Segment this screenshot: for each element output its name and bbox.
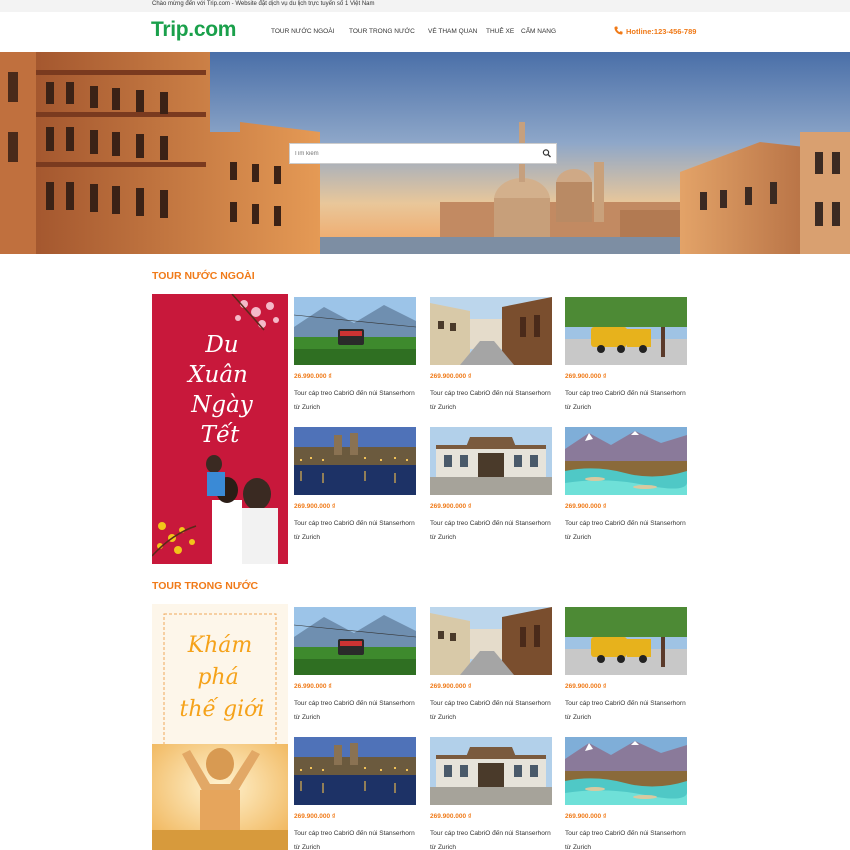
tour-price: 26.990.000 ₫ [294,373,332,380]
tour-name-link[interactable]: Tour cáp treo CabriO đến núi Stanserhorn… [565,387,687,415]
tour-name-link[interactable]: Tour cáp treo CabriO đến núi Stanserhorn… [430,517,552,545]
tour-card[interactable]: 269.900.000 ₫ Tour cáp treo CabriO đến nú… [565,737,687,850]
promo-text-line-1: Khám [187,633,253,658]
tourist-train-image [565,607,687,675]
mountain-cable-car-image [294,607,416,675]
tour-card[interactable]: 269.900.000 ₫ Tour cáp treo CabriO đến nú… [430,607,552,721]
section-title-tour-trong-nuoc: TOUR TRONG NƯỚC [152,580,259,592]
turquoise-pools-image [565,427,687,495]
tour-name-link[interactable]: Tour cáp treo CabriO đến núi Stanserhorn… [430,697,552,725]
nav-item-ve-tham-quan[interactable]: VÉ THAM QUAN [428,28,477,35]
search-input[interactable] [290,144,536,163]
tour-price: 269.900.000 ₫ [565,373,607,380]
promo-text-line-1: Du [204,332,238,358]
tour-price: 269.900.000 ₫ [430,683,472,690]
welcome-text: Chào mừng đến với Trip.com - Website đặt… [152,1,375,7]
tour-name-link[interactable]: Tour cáp treo CabriO đến núi Stanserhorn… [565,697,687,725]
promo-text-line-2: Xuân [186,362,248,388]
night-lake-city-image [294,427,416,495]
tour-card[interactable]: 269.900.000 ₫ Tour cáp treo CabriO đến nú… [565,427,687,541]
mountain-cable-car-image [294,297,416,365]
tour-card[interactable]: 269.900.000 ₫ Tour cáp treo CabriO đến nú… [430,737,552,850]
hero-banner [0,52,850,254]
promo-banner-du-xuan[interactable]: Du Xuân Ngày Tết [152,294,288,564]
nav-item-cam-nang[interactable]: CẨM NANG [521,28,556,35]
topbar: Chào mừng đến với Trip.com - Website đặt… [0,0,850,12]
phone-icon [614,26,623,35]
promo-banner-kham-pha[interactable]: Khám phá thế giới [152,604,288,850]
tour-name-link[interactable]: Tour cáp treo CabriO đến núi Stanserhorn… [294,697,416,725]
promo-text-line-4: Tết [201,422,240,448]
logo[interactable]: Trip.com [151,18,236,42]
museum-building-image [430,427,552,495]
tour-name-link[interactable]: Tour cáp treo CabriO đến núi Stanserhorn… [565,827,687,850]
tour-card[interactable]: 269.900.000 ₫ Tour cáp treo CabriO đến nú… [294,737,416,850]
museum-building-image [430,737,552,805]
tour-card[interactable]: 269.900.000 ₫ Tour cáp treo CabriO đến nú… [565,607,687,721]
search-box [289,143,557,164]
tour-price: 269.900.000 ₫ [565,813,607,820]
promo-text-line-2: phá [197,665,238,690]
section-title-tour-nuoc-ngoai: TOUR NƯỚC NGOÀI [152,270,255,282]
tour-name-link[interactable]: Tour cáp treo CabriO đến núi Stanserhorn… [294,517,416,545]
tour-card[interactable]: 269.900.000 ₫ Tour cáp treo CabriO đến nú… [294,427,416,541]
hotline-text: Hotline:123-456-789 [626,27,697,36]
tour-price: 269.900.000 ₫ [430,813,472,820]
tour-name-link[interactable]: Tour cáp treo CabriO đến núi Stanserhorn… [430,827,552,850]
nav-item-tour-trong-nuoc[interactable]: TOUR TRONG NƯỚC [349,28,415,35]
tourist-train-image [565,297,687,365]
tour-price: 269.900.000 ₫ [294,813,336,820]
header: Trip.com TOUR NƯỚC NGOÀI TOUR TRONG NƯỚC… [0,12,850,52]
tour-price: 269.900.000 ₫ [565,503,607,510]
turquoise-pools-image [565,737,687,805]
promo-kham-pha-image: Khám phá thế giới [152,604,288,850]
tour-card[interactable]: 26.990.000 ₫ Tour cáp treo CabriO đến núi… [294,607,416,721]
nav-item-tour-nuoc-ngoai[interactable]: TOUR NƯỚC NGOÀI [271,28,334,35]
old-town-street-image [430,297,552,365]
tour-card[interactable]: 269.900.000 ₫ Tour cáp treo CabriO đến nú… [430,427,552,541]
promo-text-line-3: Ngày [190,392,254,418]
tour-card[interactable]: 269.900.000 ₫ Tour cáp treo CabriO đến nú… [430,297,552,411]
old-town-street-image [430,607,552,675]
tour-card[interactable]: 269.900.000 ₫ Tour cáp treo CabriO đến nú… [565,297,687,411]
tour-card[interactable]: 26.990.000 ₫ Tour cáp treo CabriO đến núi… [294,297,416,411]
promo-text-line-3: thế giới [180,696,265,722]
tour-name-link[interactable]: Tour cáp treo CabriO đến núi Stanserhorn… [565,517,687,545]
tour-name-link[interactable]: Tour cáp treo CabriO đến núi Stanserhorn… [294,387,416,415]
tour-name-link[interactable]: Tour cáp treo CabriO đến núi Stanserhorn… [294,827,416,850]
tour-price: 26.990.000 ₫ [294,683,332,690]
tour-price: 269.900.000 ₫ [430,373,472,380]
night-lake-city-image [294,737,416,805]
nav-item-thue-xe[interactable]: THUÊ XE [486,28,514,35]
search-icon[interactable] [540,147,554,160]
tour-price: 269.900.000 ₫ [565,683,607,690]
promo-du-xuan-image: Du Xuân Ngày Tết [152,294,288,564]
hotline[interactable]: Hotline:123-456-789 [614,26,696,36]
tour-price: 269.900.000 ₫ [294,503,336,510]
tour-price: 269.900.000 ₫ [430,503,472,510]
tour-name-link[interactable]: Tour cáp treo CabriO đến núi Stanserhorn… [430,387,552,415]
